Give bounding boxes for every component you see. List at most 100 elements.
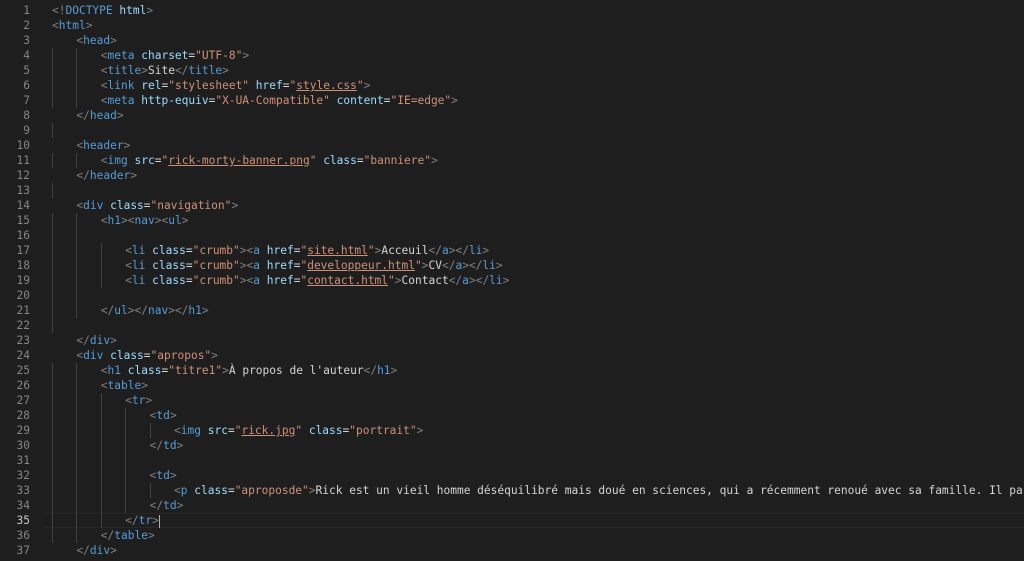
code-line[interactable]: 16 (0, 228, 1024, 243)
token-punct: >< (239, 244, 254, 257)
code-text[interactable]: <link rel="stylesheet" href="style.css"> (101, 78, 371, 93)
code-line[interactable]: 7 <meta http-equiv = "X-UA-Compatible" cont… (0, 93, 1024, 108)
token-punct: > (502, 274, 510, 287)
code-line[interactable]: 28 <td> (0, 408, 1024, 423)
code-line[interactable]: 11 <img src="rick-morty-banner.png" class… (0, 153, 1024, 168)
code-line[interactable]: 10 <header> (0, 138, 1024, 153)
line-number: 13 (16, 184, 30, 197)
code-text[interactable]: <li class="crumb"><a href="site.html">Ac… (125, 243, 489, 258)
token-link: rick-morty-banner.png (168, 154, 310, 167)
code-line[interactable]: 21 </ul></nav></h1> (0, 303, 1024, 318)
code-line[interactable]: 29 <img src="rick.jpg" class="portrait"> (0, 423, 1024, 438)
code-text[interactable]: <td> (150, 468, 177, 483)
code-line[interactable]: 34 </td> (0, 498, 1024, 513)
code-text[interactable]: </tr> (125, 513, 160, 528)
code-line[interactable]: 35 </tr> (0, 513, 1024, 528)
code-line[interactable]: 36 </table> (0, 528, 1024, 543)
code-text[interactable]: <header> (76, 138, 130, 153)
token-tag: a (253, 274, 260, 287)
code-line[interactable]: 37 </div> (0, 543, 1024, 558)
code-text[interactable]: <title>Site</title> (101, 63, 229, 78)
line-number: 12 (16, 169, 30, 182)
code-line[interactable]: 9 (0, 123, 1024, 138)
token-str: "UTF-8" (195, 49, 243, 62)
code-line[interactable]: 8 </head> (0, 108, 1024, 123)
code-text[interactable]: <p class="aproposde">Rick est un vieil h… (174, 483, 1024, 498)
code-editor[interactable]: 1 <!DOCTYPE html> 2 <html> 3 <head> 4 <meta cha… (0, 0, 1024, 561)
line-number: 30 (16, 439, 30, 452)
token-punct: > (416, 424, 424, 437)
token-punct: < (100, 154, 108, 167)
code-text[interactable]: <li class="crumb"><a href="contact.html"… (125, 273, 509, 288)
code-text[interactable]: </td> (150, 498, 184, 513)
code-line[interactable]: 27 <tr> (0, 393, 1024, 408)
code-line[interactable]: 1 <!DOCTYPE html> (0, 3, 1024, 18)
token-punct: </ (441, 259, 456, 272)
code-text[interactable]: </div> (76, 333, 116, 348)
token-punct: < (100, 49, 108, 62)
code-text[interactable]: </header> (76, 168, 137, 183)
code-line[interactable]: 32 <td> (0, 468, 1024, 483)
code-text[interactable]: </ul></nav></h1> (101, 303, 209, 318)
token-attr: href (255, 79, 283, 92)
token-punct: > (231, 199, 239, 212)
code-text[interactable]: <!DOCTYPE html> (52, 3, 153, 18)
token-punct: > (152, 514, 159, 527)
code-line[interactable]: 33 <p class="aproposde">Rick est un vieil… (0, 483, 1024, 498)
token-eq: = (185, 259, 193, 272)
code-line[interactable]: 24 <div class="apropos"> (0, 348, 1024, 363)
code-line[interactable]: 3 <head> (0, 33, 1024, 48)
code-text[interactable]: </div> (76, 543, 116, 558)
code-line[interactable]: 12 </header> (0, 168, 1024, 183)
code-text[interactable]: </table> (101, 528, 155, 543)
code-text[interactable]: <div class="apropos"> (76, 348, 218, 363)
code-line[interactable]: 14 <div class="navigation"> (0, 198, 1024, 213)
code-line[interactable]: 2 <html> (0, 18, 1024, 33)
code-line[interactable]: 30 </td> (0, 438, 1024, 453)
code-text[interactable]: <h1 class="titre1">À propos de l'auteur<… (101, 363, 398, 378)
line-number: 35 (16, 514, 30, 527)
code-line[interactable]: 20 (0, 288, 1024, 303)
code-line[interactable]: 23 </div> (0, 333, 1024, 348)
code-text[interactable]: </td> (150, 438, 184, 453)
code-text[interactable]: <meta http-equiv = "X-UA-Compatible" conte… (101, 93, 458, 108)
code-line[interactable]: 25 <h1 class="titre1">À propos de l'auteu… (0, 363, 1024, 378)
code-text[interactable]: <li class="crumb"><a href="developpeur.h… (125, 258, 502, 273)
code-text[interactable]: <h1><nav><ul> (101, 213, 189, 228)
code-text[interactable]: </head> (76, 108, 123, 123)
code-text[interactable]: <html> (52, 18, 92, 33)
token-str: "aproposde" (234, 484, 309, 497)
code-line[interactable]: 13 (0, 183, 1024, 198)
token-tag: img (107, 154, 128, 167)
line-number: 26 (16, 379, 30, 392)
code-text[interactable]: <table> (101, 378, 148, 393)
token-punct: < (125, 259, 132, 272)
code-line[interactable]: 4 <meta charset="UTF-8"> (0, 48, 1024, 63)
code-text[interactable]: <img src="rick.jpg" class="portrait"> (174, 423, 423, 438)
code-text[interactable]: <img src="rick-morty-banner.png" class="… (101, 153, 438, 168)
code-line[interactable]: 22 (0, 318, 1024, 333)
token-tag: table (107, 379, 142, 392)
line-number: 3 (23, 34, 30, 47)
code-line[interactable]: 5 <title>Site</title> (0, 63, 1024, 78)
code-text[interactable]: <tr> (125, 393, 152, 408)
code-line[interactable]: 19 <li class="crumb"><a href="contact.htm… (0, 273, 1024, 288)
code-line[interactable]: 15 <h1><nav><ul> (0, 213, 1024, 228)
code-line[interactable]: 6 <link rel="stylesheet" href="style.css"… (0, 78, 1024, 93)
code-line[interactable]: 26 <table> (0, 378, 1024, 393)
code-text[interactable]: <td> (150, 408, 177, 423)
code-text[interactable]: <meta charset="UTF-8"> (101, 48, 249, 63)
token-punct: </ (174, 64, 189, 77)
line-number: 16 (16, 229, 30, 242)
code-line[interactable]: 18 <li class="crumb"><a href="developpeur… (0, 258, 1024, 273)
token-tag: td (156, 469, 170, 482)
code-line[interactable]: 31 (0, 453, 1024, 468)
code-text[interactable]: <head> (76, 33, 116, 48)
code-text[interactable]: <div class="navigation"> (76, 198, 238, 213)
line-number: 7 (23, 94, 30, 107)
code-line[interactable]: 17 <li class="crumb"><a href="site.html">… (0, 243, 1024, 258)
token-tag: a (441, 244, 449, 257)
token-attr: href (266, 259, 294, 272)
token-punct: > (211, 349, 218, 362)
